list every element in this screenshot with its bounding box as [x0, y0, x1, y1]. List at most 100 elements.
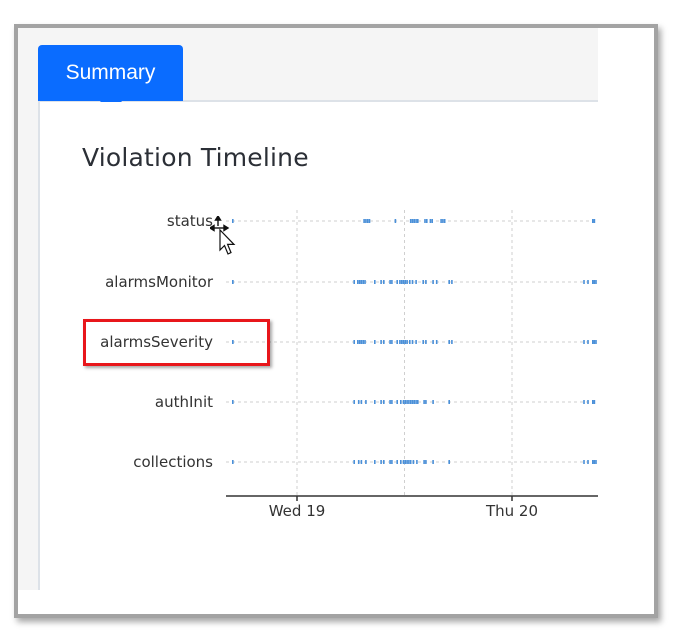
event-mark-status[interactable]: [592, 219, 594, 223]
event-mark-alarmsMonitor[interactable]: [391, 280, 393, 284]
event-mark-alarmsMonitor[interactable]: [364, 280, 366, 284]
event-mark-alarmsMonitor[interactable]: [406, 280, 408, 284]
event-mark-alarmsMonitor[interactable]: [374, 280, 376, 284]
event-mark-authInit[interactable]: [432, 400, 434, 404]
event-mark-alarmsSeverity[interactable]: [448, 340, 450, 344]
event-mark-alarmsSeverity[interactable]: [391, 340, 393, 344]
event-mark-status[interactable]: [431, 219, 433, 223]
event-mark-authInit[interactable]: [448, 400, 450, 404]
event-mark-authInit[interactable]: [425, 400, 427, 404]
event-mark-alarmsSeverity[interactable]: [432, 340, 434, 344]
event-mark-alarmsMonitor[interactable]: [592, 280, 594, 284]
event-mark-status[interactable]: [440, 219, 442, 223]
event-mark-collections[interactable]: [380, 460, 382, 464]
event-mark-status[interactable]: [415, 219, 417, 223]
event-mark-alarmsMonitor[interactable]: [357, 280, 359, 284]
event-mark-alarmsMonitor[interactable]: [595, 280, 597, 284]
event-mark-authInit[interactable]: [391, 400, 393, 404]
event-mark-alarmsMonitor[interactable]: [593, 280, 596, 284]
event-mark-alarmsSeverity[interactable]: [451, 340, 453, 344]
event-mark-authInit[interactable]: [423, 400, 425, 404]
event-mark-alarmsMonitor[interactable]: [380, 280, 382, 284]
event-mark-collections[interactable]: [423, 460, 425, 464]
event-mark-authInit[interactable]: [396, 400, 398, 404]
event-mark-status[interactable]: [413, 219, 416, 223]
event-mark-alarmsSeverity[interactable]: [409, 340, 411, 344]
event-mark-alarmsSeverity[interactable]: [396, 340, 398, 344]
event-mark-authInit[interactable]: [360, 400, 363, 404]
event-mark-collections[interactable]: [412, 460, 415, 464]
event-mark-status[interactable]: [394, 219, 397, 223]
event-mark-alarmsMonitor[interactable]: [451, 280, 453, 284]
event-mark-collections[interactable]: [409, 460, 412, 464]
event-mark-status[interactable]: [443, 219, 446, 223]
event-mark-alarmsMonitor[interactable]: [409, 280, 411, 284]
event-mark-authInit[interactable]: [389, 400, 391, 404]
event-mark-authInit[interactable]: [415, 400, 417, 404]
event-mark-collections[interactable]: [425, 460, 427, 464]
event-mark-collections[interactable]: [592, 460, 594, 464]
event-mark-authInit[interactable]: [383, 400, 385, 404]
event-mark-alarmsMonitor[interactable]: [583, 280, 585, 284]
event-mark-alarmsMonitor[interactable]: [358, 280, 361, 284]
event-mark-status[interactable]: [411, 219, 414, 223]
event-mark-authInit[interactable]: [406, 400, 408, 404]
event-mark-collections[interactable]: [383, 460, 385, 464]
event-mark-collections[interactable]: [232, 460, 234, 464]
event-mark-alarmsMonitor[interactable]: [389, 280, 391, 284]
event-mark-authInit[interactable]: [583, 400, 585, 404]
event-mark-collections[interactable]: [353, 460, 355, 464]
event-mark-collections[interactable]: [402, 460, 405, 464]
event-mark-alarmsMonitor[interactable]: [396, 280, 398, 284]
event-mark-status[interactable]: [365, 219, 367, 223]
event-mark-authInit[interactable]: [417, 400, 419, 404]
event-mark-alarmsSeverity[interactable]: [583, 340, 585, 344]
event-mark-status[interactable]: [442, 219, 444, 223]
event-mark-alarmsSeverity[interactable]: [358, 340, 361, 344]
event-mark-alarmsSeverity[interactable]: [353, 340, 355, 344]
event-mark-alarmsSeverity[interactable]: [362, 340, 364, 344]
event-mark-status[interactable]: [424, 219, 426, 223]
event-mark-alarmsSeverity[interactable]: [364, 340, 366, 344]
event-mark-authInit[interactable]: [413, 400, 416, 404]
event-mark-authInit[interactable]: [593, 400, 596, 404]
event-mark-collections[interactable]: [391, 460, 393, 464]
event-mark-alarmsSeverity[interactable]: [400, 340, 403, 344]
event-mark-alarmsSeverity[interactable]: [595, 340, 597, 344]
event-mark-alarmsSeverity[interactable]: [357, 340, 359, 344]
event-mark-collections[interactable]: [357, 460, 360, 464]
event-mark-authInit[interactable]: [232, 400, 234, 404]
event-mark-alarmsSeverity[interactable]: [415, 340, 417, 344]
event-mark-collections[interactable]: [404, 460, 407, 464]
event-mark-alarmsMonitor[interactable]: [383, 280, 385, 284]
event-mark-alarmsMonitor[interactable]: [432, 280, 434, 284]
event-mark-collections[interactable]: [400, 460, 402, 464]
event-mark-authInit[interactable]: [408, 400, 410, 404]
event-mark-alarmsSeverity[interactable]: [389, 340, 391, 344]
event-mark-authInit[interactable]: [402, 400, 405, 404]
event-mark-alarmsSeverity[interactable]: [374, 340, 376, 344]
event-mark-authInit[interactable]: [374, 400, 376, 404]
event-mark-authInit[interactable]: [400, 400, 402, 404]
event-mark-alarmsMonitor[interactable]: [404, 280, 407, 284]
event-mark-collections[interactable]: [593, 460, 596, 464]
event-mark-collections[interactable]: [374, 460, 376, 464]
event-mark-alarmsMonitor[interactable]: [402, 280, 405, 284]
event-mark-status[interactable]: [366, 219, 369, 223]
event-mark-collections[interactable]: [448, 460, 450, 464]
event-mark-status[interactable]: [363, 219, 365, 223]
event-mark-alarmsSeverity[interactable]: [411, 340, 414, 344]
event-mark-authInit[interactable]: [365, 400, 367, 404]
event-mark-collections[interactable]: [396, 460, 398, 464]
event-mark-alarmsMonitor[interactable]: [353, 280, 355, 284]
event-mark-alarmsMonitor[interactable]: [400, 280, 403, 284]
event-mark-authInit[interactable]: [357, 400, 360, 404]
event-mark-alarmsMonitor[interactable]: [448, 280, 450, 284]
event-mark-collections[interactable]: [432, 460, 434, 464]
event-mark-alarmsSeverity[interactable]: [399, 340, 401, 344]
event-mark-alarmsSeverity[interactable]: [593, 340, 596, 344]
event-mark-authInit[interactable]: [380, 400, 382, 404]
event-mark-alarmsSeverity[interactable]: [380, 340, 382, 344]
event-mark-status[interactable]: [593, 219, 596, 223]
event-mark-alarmsSeverity[interactable]: [587, 340, 589, 344]
